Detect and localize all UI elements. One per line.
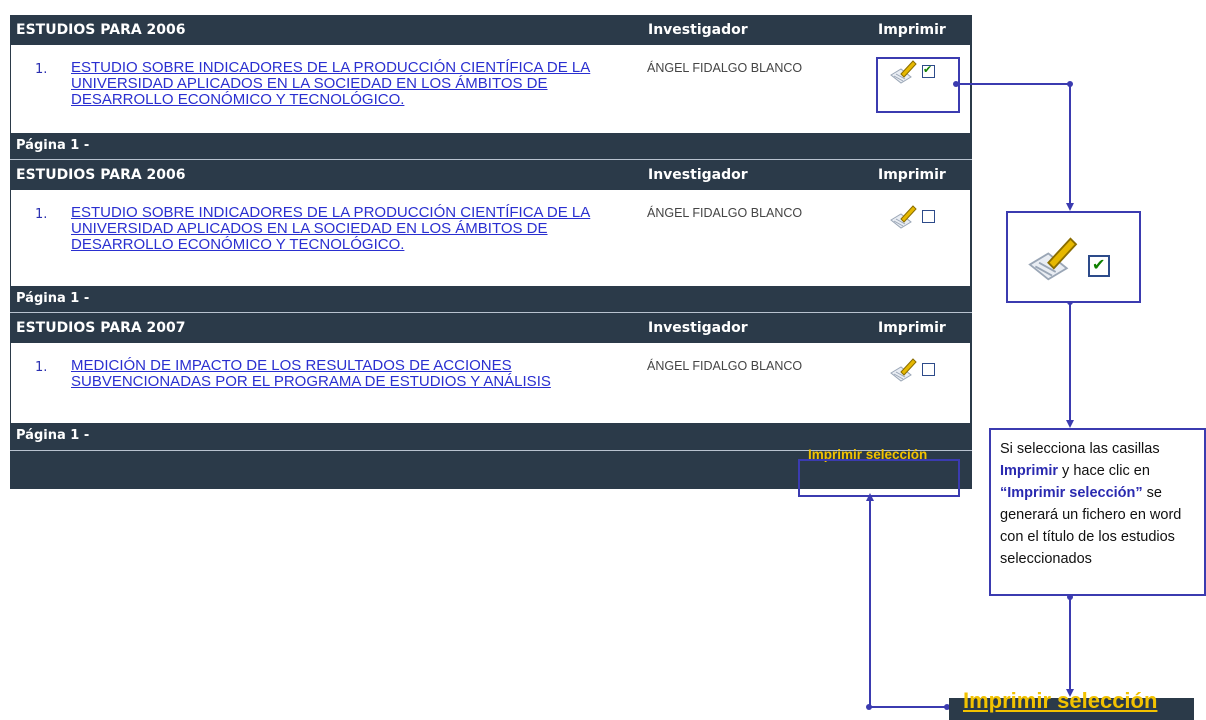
list-item: 1. ESTUDIO SOBRE INDICADORES DE LA PRODU… bbox=[11, 45, 970, 133]
study-title-link[interactable]: MEDICIÓN DE IMPACTO DE LOS RESULTADOS DE… bbox=[71, 358, 631, 390]
column-imprimir: Imprimir bbox=[878, 320, 946, 336]
note-text: y hace clic en bbox=[1058, 463, 1150, 479]
column-investigador: Investigador bbox=[648, 320, 748, 336]
list-item: 1. ESTUDIO SOBRE INDICADORES DE LA PRODU… bbox=[11, 190, 970, 286]
study-title-link[interactable]: ESTUDIO SOBRE INDICADORES DE LA PRODUCCI… bbox=[71, 205, 631, 253]
print-checkbox[interactable] bbox=[922, 363, 935, 376]
section-title: ESTUDIOS PARA 2006 bbox=[16, 22, 186, 38]
pagination-bar: Página 1 - bbox=[10, 286, 972, 312]
arrow-down bbox=[1066, 420, 1074, 428]
section-header: ESTUDIOS PARA 2006 Investigador Imprimir bbox=[10, 160, 972, 190]
column-investigador: Investigador bbox=[648, 22, 748, 38]
connector-line bbox=[869, 500, 871, 707]
connector-dot bbox=[953, 81, 959, 87]
column-investigador: Investigador bbox=[648, 167, 748, 183]
investigator-name: ÁNGEL FIDALGO BLANCO bbox=[647, 61, 803, 75]
section-title: ESTUDIOS PARA 2006 bbox=[16, 167, 186, 183]
pagination-bar: Página 1 - bbox=[10, 423, 972, 449]
study-title-link[interactable]: ESTUDIO SOBRE INDICADORES DE LA PRODUCCI… bbox=[71, 60, 631, 108]
investigator-name: ÁNGEL FIDALGO BLANCO bbox=[647, 359, 803, 373]
studies-panel: ESTUDIOS PARA 2006 Investigador Imprimir… bbox=[10, 15, 972, 489]
connector-line bbox=[958, 83, 1070, 85]
print-selection-big-button[interactable]: Imprimir selección bbox=[949, 688, 1194, 720]
print-pen-icon bbox=[890, 205, 917, 229]
investigator-name: ÁNGEL FIDALGO BLANCO bbox=[647, 206, 803, 220]
zoomed-checked-checkbox bbox=[1088, 255, 1110, 277]
connector-dot bbox=[866, 704, 872, 710]
list-item: 1. MEDICIÓN DE IMPACTO DE LOS RESULTADOS… bbox=[11, 343, 970, 423]
item-number: 1. bbox=[35, 62, 48, 77]
column-imprimir: Imprimir bbox=[878, 22, 946, 38]
section-header: ESTUDIOS PARA 2006 Investigador Imprimir bbox=[10, 15, 972, 45]
checkbox-highlight-box bbox=[876, 57, 960, 113]
print-pen-icon bbox=[1028, 237, 1078, 281]
connector-line bbox=[1069, 597, 1071, 689]
item-number: 1. bbox=[35, 207, 48, 222]
note-bold-imprimir-seleccion: “Imprimir selección” bbox=[1000, 485, 1143, 501]
zoomed-checkbox-callout bbox=[1006, 211, 1141, 303]
print-selection-big-label: Imprimir selección bbox=[963, 688, 1158, 713]
pagination-bar: Página 1 - bbox=[10, 133, 972, 159]
page-label: Página 1 - bbox=[16, 291, 90, 306]
section-title: ESTUDIOS PARA 2007 bbox=[16, 320, 186, 336]
section-header: ESTUDIOS PARA 2007 Investigador Imprimir bbox=[10, 313, 972, 343]
connector-line bbox=[869, 706, 949, 708]
explanation-note: Si selecciona las casillas Imprimir y ha… bbox=[989, 428, 1206, 596]
connector-line bbox=[1069, 84, 1071, 204]
note-text: Si selecciona las casillas bbox=[1000, 441, 1160, 457]
column-imprimir: Imprimir bbox=[878, 167, 946, 183]
connector-line bbox=[1069, 302, 1071, 422]
note-bold-imprimir: Imprimir bbox=[1000, 463, 1059, 479]
link-highlight-box bbox=[798, 459, 960, 497]
item-number: 1. bbox=[35, 360, 48, 375]
print-checkbox[interactable] bbox=[922, 210, 935, 223]
arrow-up bbox=[866, 493, 874, 501]
print-pen-icon bbox=[890, 358, 917, 382]
arrow-down bbox=[1066, 203, 1074, 211]
page-label: Página 1 - bbox=[16, 428, 90, 443]
page-label: Página 1 - bbox=[16, 138, 90, 153]
